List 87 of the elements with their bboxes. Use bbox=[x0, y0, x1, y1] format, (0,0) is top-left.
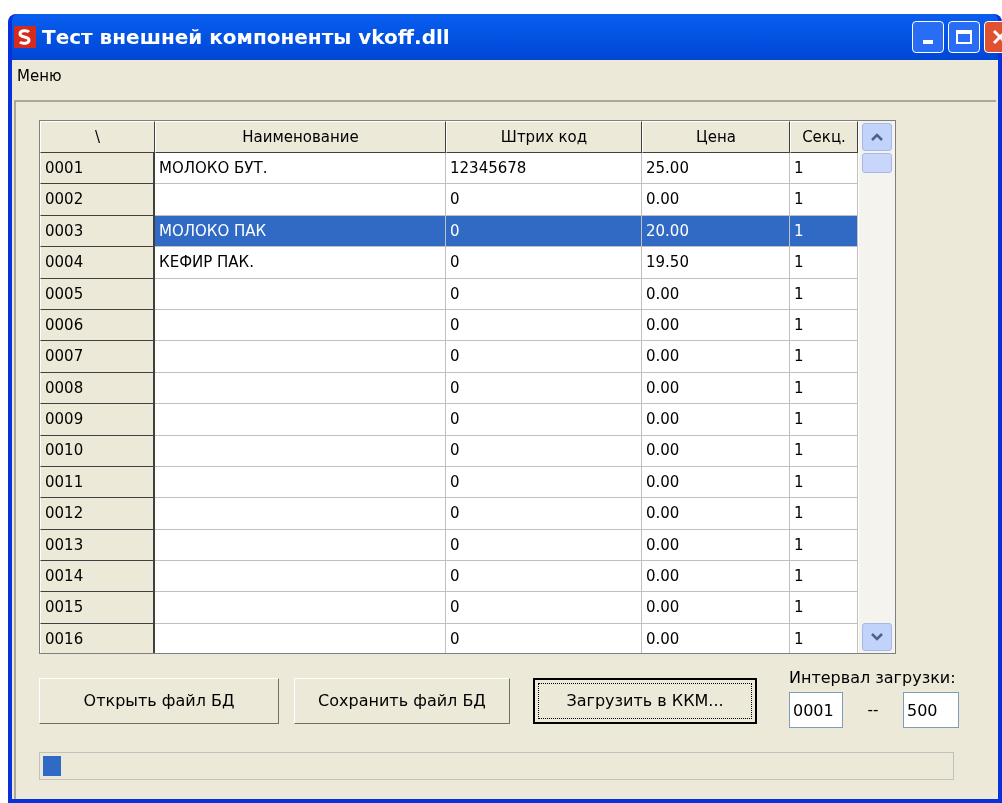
table-cell: 1 bbox=[790, 184, 858, 216]
scroll-up-button[interactable] bbox=[862, 123, 892, 151]
table-cell: 0.00 bbox=[642, 404, 790, 436]
row-header[interactable]: 0016 bbox=[40, 623, 155, 653]
table-cell: 0 bbox=[446, 184, 642, 216]
minimize-icon bbox=[923, 40, 933, 44]
table-cell: 0.00 bbox=[642, 341, 790, 373]
column-header[interactable]: Цена bbox=[642, 121, 790, 153]
table-cell: 0 bbox=[446, 561, 642, 593]
scroll-thumb[interactable] bbox=[862, 153, 892, 173]
menu-item[interactable]: Меню bbox=[15, 64, 64, 88]
row-header[interactable]: 0006 bbox=[40, 309, 155, 342]
table-cell: 25.00 bbox=[642, 153, 790, 185]
table-cell: 1 bbox=[790, 592, 858, 624]
table-cell: 0 bbox=[446, 435, 642, 467]
table-cell: 0 bbox=[446, 341, 642, 373]
table-cell: 0 bbox=[446, 309, 642, 342]
table-cell: 1 bbox=[790, 466, 858, 499]
table-cell: 1 bbox=[790, 153, 858, 185]
row-header[interactable]: 0001 bbox=[40, 153, 155, 185]
from-field[interactable]: 0001 bbox=[789, 692, 843, 728]
table-cell: 1 bbox=[790, 309, 858, 342]
row-header[interactable]: 0005 bbox=[40, 278, 155, 310]
row-header[interactable]: 0010 bbox=[40, 435, 155, 467]
maximize-icon bbox=[956, 30, 972, 44]
table-cell: 0 bbox=[446, 215, 642, 248]
table-cell: 1 bbox=[790, 278, 858, 310]
table-cell: 1 bbox=[790, 247, 858, 279]
table-cell: 0.00 bbox=[642, 278, 790, 310]
table-cell: 1 bbox=[790, 404, 858, 436]
action-button[interactable]: Загрузить в ККМ... bbox=[533, 678, 757, 724]
table-cell: 0.00 bbox=[642, 184, 790, 216]
column-header[interactable]: Наименование bbox=[155, 121, 446, 153]
column-header[interactable]: \ bbox=[40, 121, 155, 153]
table-cell: 1 bbox=[790, 215, 858, 248]
table-cell: 0.00 bbox=[642, 309, 790, 342]
table-cell: 20.00 bbox=[642, 215, 790, 248]
scroll-down-button[interactable] bbox=[862, 623, 892, 651]
scrollbar[interactable] bbox=[859, 121, 895, 653]
row-header[interactable]: 0007 bbox=[40, 341, 155, 373]
to-field[interactable]: 500 bbox=[903, 692, 959, 728]
table-cell: 0.00 bbox=[642, 466, 790, 499]
table-cell: 1 bbox=[790, 341, 858, 373]
table-cell: 1 bbox=[790, 372, 858, 405]
maximize-button[interactable] bbox=[948, 21, 980, 53]
table-cell: МОЛОКО БУТ. bbox=[155, 153, 446, 185]
table-cell: 0.00 bbox=[642, 435, 790, 467]
row-header[interactable]: 0011 bbox=[40, 466, 155, 499]
table-cell: 0.00 bbox=[642, 592, 790, 624]
table-cell: 12345678 bbox=[446, 153, 642, 185]
minimize-button[interactable] bbox=[912, 21, 944, 53]
interval-label: Интервал загрузки: bbox=[789, 667, 957, 689]
table-cell: 1 bbox=[790, 529, 858, 562]
column-header[interactable]: Секц. bbox=[790, 121, 858, 153]
action-button[interactable]: Сохранить файл БД bbox=[294, 678, 510, 724]
table-cell: 0 bbox=[446, 372, 642, 405]
table-cell: 0 bbox=[446, 278, 642, 310]
table-cell: 1 bbox=[790, 498, 858, 530]
row-header[interactable]: 0009 bbox=[40, 404, 155, 436]
row-header[interactable]: 0004 bbox=[40, 247, 155, 279]
table-cell: 0 bbox=[446, 498, 642, 530]
table-cell: КЕФИР ПАК. bbox=[155, 247, 446, 279]
table-cell: 0.00 bbox=[642, 372, 790, 405]
range-separator: -- bbox=[866, 699, 880, 721]
window-title: Тест внешней компоненты vkoff.dll bbox=[42, 24, 451, 51]
row-header[interactable]: 0012 bbox=[40, 498, 155, 530]
table-cell: 0.00 bbox=[642, 498, 790, 530]
row-header[interactable]: 0014 bbox=[40, 561, 155, 593]
table-cell: 0.00 bbox=[642, 529, 790, 562]
table-cell: 0.00 bbox=[642, 561, 790, 593]
table-cell: 0 bbox=[446, 529, 642, 562]
row-header[interactable]: 0013 bbox=[40, 529, 155, 562]
table-cell: 1 bbox=[790, 435, 858, 467]
app-icon bbox=[14, 26, 36, 48]
row-header[interactable]: 0008 bbox=[40, 372, 155, 405]
row-header[interactable]: 0015 bbox=[40, 592, 155, 624]
table-cell: 0 bbox=[446, 466, 642, 499]
table-cell: 19.50 bbox=[642, 247, 790, 279]
table-cell: МОЛОКО ПАК bbox=[155, 215, 446, 248]
table-cell: 0 bbox=[446, 247, 642, 279]
table-cell: 0 bbox=[446, 592, 642, 624]
column-header[interactable]: Штрих код bbox=[446, 121, 642, 153]
row-header[interactable]: 0002 bbox=[40, 184, 155, 216]
table-cell: 0 bbox=[446, 404, 642, 436]
action-button[interactable]: Открыть файл БД bbox=[39, 678, 279, 724]
row-header[interactable]: 0003 bbox=[40, 215, 155, 248]
table-cell: 1 bbox=[790, 561, 858, 593]
